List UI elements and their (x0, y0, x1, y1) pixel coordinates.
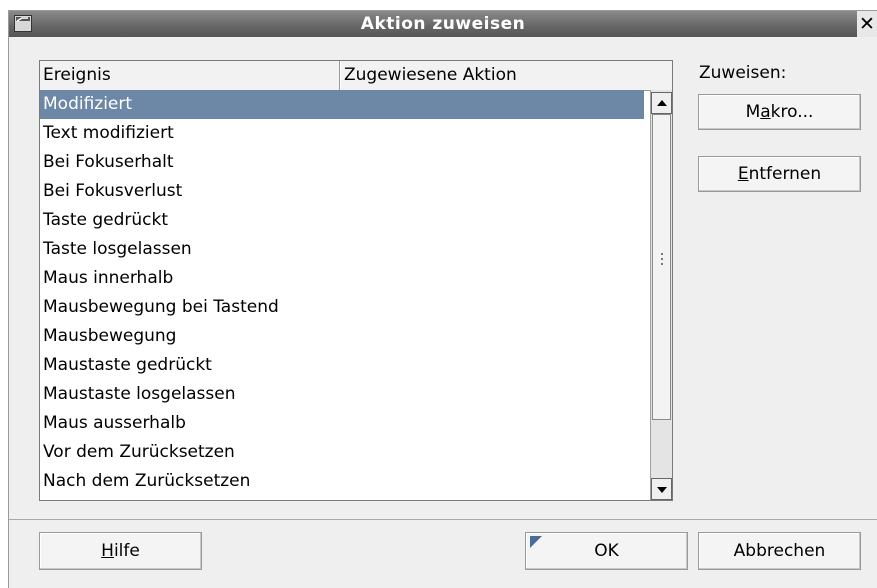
event-list[interactable]: Ereignis Zugewiesene Aktion Modifiziert T… (39, 60, 673, 501)
dialog-title: Aktion zuweisen (360, 14, 526, 34)
list-item[interactable]: Nach dem Zurücksetzen (40, 467, 644, 496)
macro-button[interactable]: Makro... (698, 94, 861, 130)
list-item[interactable]: Mausbewegung (40, 322, 644, 351)
scroll-up-arrow-icon[interactable] (651, 92, 672, 114)
column-header-assigned-action[interactable]: Zugewiesene Aktion (340, 61, 672, 90)
assign-action-dialog: Aktion zuweisen ✕ Ereignis Zugewiesene A… (8, 10, 877, 588)
list-item[interactable]: Text modifiziert (40, 119, 644, 148)
cancel-button[interactable]: Abbrechen (698, 532, 861, 570)
scroll-down-arrow-icon[interactable] (651, 478, 672, 500)
list-item[interactable]: Taste losgelassen (40, 235, 644, 264)
list-item[interactable]: Vor dem Zurücksetzen (40, 438, 644, 467)
close-icon[interactable]: ✕ (857, 11, 877, 37)
vertical-scrollbar[interactable] (650, 90, 672, 500)
list-item[interactable]: Maustaste gedrückt (40, 351, 644, 380)
table-header: Ereignis Zugewiesene Aktion (40, 61, 672, 91)
remove-button[interactable]: Entfernen (698, 156, 861, 192)
scrollbar-thumb[interactable] (652, 114, 671, 420)
list-item[interactable]: Maus ausserhalb (40, 409, 644, 438)
event-rows: Modifiziert Text modifiziert Bei Fokuserha… (40, 90, 644, 496)
column-header-event[interactable]: Ereignis (40, 61, 340, 90)
list-item[interactable]: Taste gedrückt (40, 206, 644, 235)
cancel-button-label: Abbrechen (733, 541, 826, 561)
ok-button-label: OK (594, 541, 619, 561)
list-item[interactable]: Maustaste losgelassen (40, 380, 644, 409)
list-item[interactable]: Maus innerhalb (40, 264, 644, 293)
list-item[interactable]: Mausbewegung bei Tastend (40, 293, 644, 322)
footer-divider (9, 519, 877, 520)
assign-label: Zuweisen: (699, 63, 787, 83)
list-item[interactable]: Bei Fokuserhalt (40, 148, 644, 177)
list-item[interactable]: Bei Fokusverlust (40, 177, 644, 206)
help-button[interactable]: Hilfe (39, 532, 202, 570)
list-item[interactable]: Modifiziert (40, 90, 644, 119)
title-bar[interactable]: Aktion zuweisen ✕ (9, 11, 877, 37)
ok-button[interactable]: OK (525, 532, 688, 570)
default-button-marker (530, 536, 542, 548)
